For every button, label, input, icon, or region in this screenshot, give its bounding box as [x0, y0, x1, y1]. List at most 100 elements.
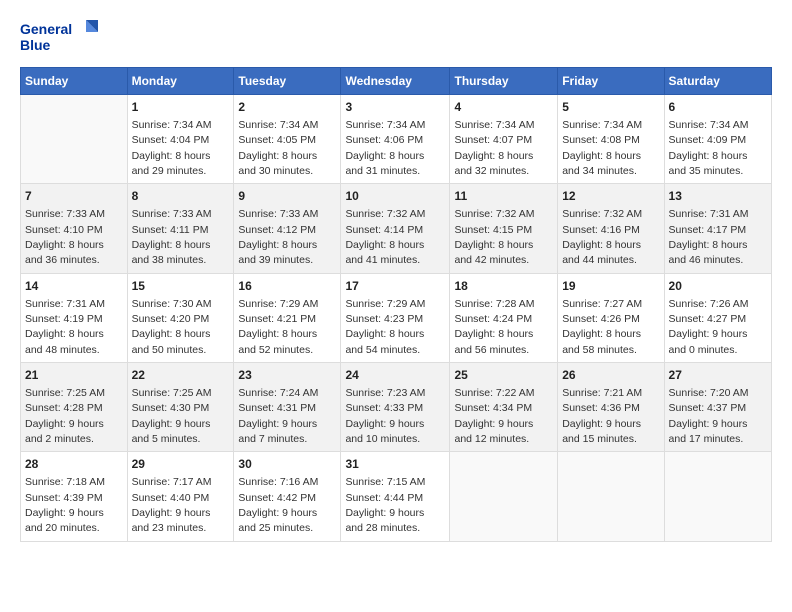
day-info: Sunrise: 7:28 AM Sunset: 4:24 PM Dayligh… [454, 298, 534, 356]
calendar-cell: 16 Sunrise: 7:29 AM Sunset: 4:21 PM Dayli… [234, 273, 341, 362]
calendar-cell: 29 Sunrise: 7:17 AM Sunset: 4:40 PM Dayli… [127, 452, 234, 541]
calendar-cell: 15Sunrise: 7:30 AM Sunset: 4:20 PM Dayli… [127, 273, 234, 362]
day-number: 1 [132, 99, 230, 116]
day-info: Sunrise: 7:29 AM Sunset: 4:21 PM Dayligh… [238, 298, 318, 356]
day-info: Sunrise: 7:25 AM Sunset: 4:30 PM Dayligh… [132, 387, 212, 445]
calendar-cell: 26Sunrise: 7:21 AM Sunset: 4:36 PM Dayli… [558, 363, 664, 452]
calendar-cell: 20Sunrise: 7:26 AM Sunset: 4:27 PM Dayli… [664, 273, 771, 362]
day-number: 5 [562, 99, 659, 116]
day-number: 4 [454, 99, 553, 116]
day-info: Sunrise: 7:34 AM Sunset: 4:09 PM Dayligh… [669, 119, 749, 177]
day-number: 25 [454, 367, 553, 384]
calendar-cell: 6 Sunrise: 7:34 AM Sunset: 4:09 PM Daylig… [664, 95, 771, 184]
day-number: 14 [25, 278, 123, 295]
day-info: Sunrise: 7:31 AM Sunset: 4:17 PM Dayligh… [669, 208, 749, 266]
calendar-cell: 18 Sunrise: 7:28 AM Sunset: 4:24 PM Dayli… [450, 273, 558, 362]
logo: General Blue [20, 16, 100, 61]
day-info: Sunrise: 7:32 AM Sunset: 4:16 PM Dayligh… [562, 208, 642, 266]
day-info: Sunrise: 7:31 AM Sunset: 4:19 PM Dayligh… [25, 298, 105, 356]
day-number: 9 [238, 188, 336, 205]
calendar-cell: 2 Sunrise: 7:34 AM Sunset: 4:05 PM Daylig… [234, 95, 341, 184]
day-info: Sunrise: 7:16 AM Sunset: 4:42 PM Dayligh… [238, 476, 318, 534]
day-info: Sunrise: 7:17 AM Sunset: 4:40 PM Dayligh… [132, 476, 212, 534]
day-info: Sunrise: 7:20 AM Sunset: 4:37 PM Dayligh… [669, 387, 749, 445]
day-info: Sunrise: 7:32 AM Sunset: 4:14 PM Dayligh… [345, 208, 425, 266]
day-info: Sunrise: 7:34 AM Sunset: 4:05 PM Dayligh… [238, 119, 318, 177]
day-info: Sunrise: 7:22 AM Sunset: 4:34 PM Dayligh… [454, 387, 534, 445]
day-info: Sunrise: 7:33 AM Sunset: 4:10 PM Dayligh… [25, 208, 105, 266]
day-info: Sunrise: 7:25 AM Sunset: 4:28 PM Dayligh… [25, 387, 105, 445]
day-number: 6 [669, 99, 767, 116]
svg-text:Blue: Blue [20, 37, 51, 53]
day-info: Sunrise: 7:32 AM Sunset: 4:15 PM Dayligh… [454, 208, 534, 266]
day-number: 23 [238, 367, 336, 384]
calendar-cell: 5Sunrise: 7:34 AM Sunset: 4:08 PM Daylig… [558, 95, 664, 184]
calendar-cell: 22 Sunrise: 7:25 AM Sunset: 4:30 PM Dayli… [127, 363, 234, 452]
calendar-cell: 9 Sunrise: 7:33 AM Sunset: 4:12 PM Daylig… [234, 184, 341, 273]
svg-text:General: General [20, 21, 72, 37]
day-number: 18 [454, 278, 553, 295]
calendar-cell: 3 Sunrise: 7:34 AM Sunset: 4:06 PM Daylig… [341, 95, 450, 184]
calendar-cell: 23Sunrise: 7:24 AM Sunset: 4:31 PM Dayli… [234, 363, 341, 452]
calendar-week-row: 28 Sunrise: 7:18 AM Sunset: 4:39 PM Dayli… [21, 452, 772, 541]
day-info: Sunrise: 7:18 AM Sunset: 4:39 PM Dayligh… [25, 476, 105, 534]
day-number: 31 [345, 456, 445, 473]
calendar-cell: 12 Sunrise: 7:32 AM Sunset: 4:16 PM Dayli… [558, 184, 664, 273]
day-number: 2 [238, 99, 336, 116]
calendar-week-row: 14 Sunrise: 7:31 AM Sunset: 4:19 PM Dayli… [21, 273, 772, 362]
day-info: Sunrise: 7:33 AM Sunset: 4:12 PM Dayligh… [238, 208, 318, 266]
day-info: Sunrise: 7:27 AM Sunset: 4:26 PM Dayligh… [562, 298, 642, 356]
day-number: 7 [25, 188, 123, 205]
general-blue-logo-icon: General Blue [20, 16, 100, 61]
day-number: 13 [669, 188, 767, 205]
day-info: Sunrise: 7:30 AM Sunset: 4:20 PM Dayligh… [132, 298, 212, 356]
weekday-header-saturday: Saturday [664, 68, 771, 95]
day-info: Sunrise: 7:15 AM Sunset: 4:44 PM Dayligh… [345, 476, 425, 534]
day-number: 12 [562, 188, 659, 205]
calendar-cell: 27 Sunrise: 7:20 AM Sunset: 4:37 PM Dayli… [664, 363, 771, 452]
day-number: 11 [454, 188, 553, 205]
day-number: 30 [238, 456, 336, 473]
day-number: 10 [345, 188, 445, 205]
calendar-cell: 31 Sunrise: 7:15 AM Sunset: 4:44 PM Dayli… [341, 452, 450, 541]
calendar-cell: 30 Sunrise: 7:16 AM Sunset: 4:42 PM Dayli… [234, 452, 341, 541]
day-number: 22 [132, 367, 230, 384]
calendar-cell [21, 95, 128, 184]
calendar-week-row: 1Sunrise: 7:34 AM Sunset: 4:04 PM Daylig… [21, 95, 772, 184]
day-number: 29 [132, 456, 230, 473]
calendar-week-row: 21 Sunrise: 7:25 AM Sunset: 4:28 PM Dayli… [21, 363, 772, 452]
day-number: 27 [669, 367, 767, 384]
day-number: 26 [562, 367, 659, 384]
calendar-cell: 11 Sunrise: 7:32 AM Sunset: 4:15 PM Dayli… [450, 184, 558, 273]
day-number: 16 [238, 278, 336, 295]
page: General Blue SundayMondayTuesdayWednesda… [0, 0, 792, 612]
day-number: 3 [345, 99, 445, 116]
day-number: 28 [25, 456, 123, 473]
calendar-week-row: 7 Sunrise: 7:33 AM Sunset: 4:10 PM Daylig… [21, 184, 772, 273]
calendar-cell: 19 Sunrise: 7:27 AM Sunset: 4:26 PM Dayli… [558, 273, 664, 362]
weekday-header-tuesday: Tuesday [234, 68, 341, 95]
calendar-cell: 25 Sunrise: 7:22 AM Sunset: 4:34 PM Dayli… [450, 363, 558, 452]
day-number: 8 [132, 188, 230, 205]
calendar-cell: 1Sunrise: 7:34 AM Sunset: 4:04 PM Daylig… [127, 95, 234, 184]
day-info: Sunrise: 7:34 AM Sunset: 4:06 PM Dayligh… [345, 119, 425, 177]
day-info: Sunrise: 7:33 AM Sunset: 4:11 PM Dayligh… [132, 208, 212, 266]
weekday-header-row: SundayMondayTuesdayWednesdayThursdayFrid… [21, 68, 772, 95]
calendar-cell: 17Sunrise: 7:29 AM Sunset: 4:23 PM Dayli… [341, 273, 450, 362]
day-number: 17 [345, 278, 445, 295]
day-number: 21 [25, 367, 123, 384]
calendar-cell: 10 Sunrise: 7:32 AM Sunset: 4:14 PM Dayli… [341, 184, 450, 273]
weekday-header-sunday: Sunday [21, 68, 128, 95]
day-number: 24 [345, 367, 445, 384]
calendar-cell: 28 Sunrise: 7:18 AM Sunset: 4:39 PM Dayli… [21, 452, 128, 541]
header: General Blue [20, 16, 772, 61]
calendar-cell: 13 Sunrise: 7:31 AM Sunset: 4:17 PM Dayli… [664, 184, 771, 273]
weekday-header-friday: Friday [558, 68, 664, 95]
day-number: 19 [562, 278, 659, 295]
calendar-cell: 21 Sunrise: 7:25 AM Sunset: 4:28 PM Dayli… [21, 363, 128, 452]
weekday-header-monday: Monday [127, 68, 234, 95]
calendar-cell [450, 452, 558, 541]
calendar-table: SundayMondayTuesdayWednesdayThursdayFrid… [20, 67, 772, 542]
day-info: Sunrise: 7:26 AM Sunset: 4:27 PM Dayligh… [669, 298, 749, 356]
weekday-header-wednesday: Wednesday [341, 68, 450, 95]
